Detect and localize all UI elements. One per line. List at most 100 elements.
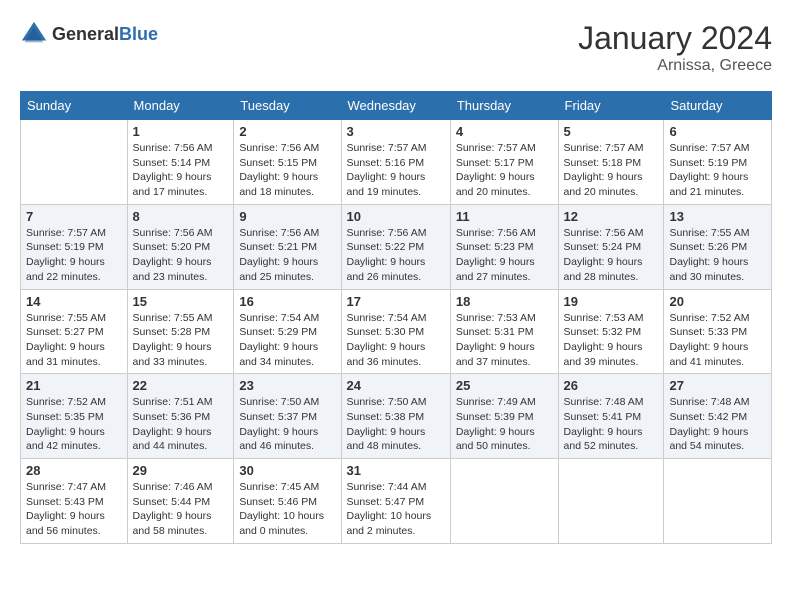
table-row: 24 Sunrise: 7:50 AM Sunset: 5:38 PM Dayl… — [341, 374, 450, 459]
day-number: 8 — [133, 209, 229, 224]
day-number: 22 — [133, 378, 229, 393]
day-info: Sunrise: 7:56 AM Sunset: 5:14 PM Dayligh… — [133, 141, 229, 200]
sunrise: Sunrise: 7:52 AM — [26, 396, 106, 408]
sunrise: Sunrise: 7:54 AM — [347, 312, 427, 324]
sunset: Sunset: 5:35 PM — [26, 411, 104, 423]
daylight: Daylight: 9 hours and 58 minutes. — [133, 510, 212, 537]
day-number: 20 — [669, 294, 766, 309]
sunset: Sunset: 5:24 PM — [564, 241, 642, 253]
day-info: Sunrise: 7:52 AM Sunset: 5:33 PM Dayligh… — [669, 311, 766, 370]
header-tuesday: Tuesday — [234, 92, 341, 120]
table-row: 4 Sunrise: 7:57 AM Sunset: 5:17 PM Dayli… — [450, 120, 558, 205]
calendar-title: January 2024 — [578, 20, 772, 57]
day-number: 11 — [456, 209, 553, 224]
logo-icon — [20, 20, 48, 48]
day-info: Sunrise: 7:54 AM Sunset: 5:29 PM Dayligh… — [239, 311, 335, 370]
day-info: Sunrise: 7:48 AM Sunset: 5:42 PM Dayligh… — [669, 395, 766, 454]
table-row: 17 Sunrise: 7:54 AM Sunset: 5:30 PM Dayl… — [341, 289, 450, 374]
daylight: Daylight: 9 hours and 39 minutes. — [564, 341, 643, 368]
day-number: 7 — [26, 209, 122, 224]
sunset: Sunset: 5:33 PM — [669, 326, 747, 338]
table-row: 31 Sunrise: 7:44 AM Sunset: 5:47 PM Dayl… — [341, 459, 450, 544]
daylight: Daylight: 9 hours and 20 minutes. — [456, 171, 535, 198]
calendar-week-row: 21 Sunrise: 7:52 AM Sunset: 5:35 PM Dayl… — [21, 374, 772, 459]
table-row: 5 Sunrise: 7:57 AM Sunset: 5:18 PM Dayli… — [558, 120, 664, 205]
day-info: Sunrise: 7:57 AM Sunset: 5:16 PM Dayligh… — [347, 141, 445, 200]
day-number: 24 — [347, 378, 445, 393]
table-row: 18 Sunrise: 7:53 AM Sunset: 5:31 PM Dayl… — [450, 289, 558, 374]
day-info: Sunrise: 7:53 AM Sunset: 5:31 PM Dayligh… — [456, 311, 553, 370]
sunrise: Sunrise: 7:49 AM — [456, 396, 536, 408]
table-row: 30 Sunrise: 7:45 AM Sunset: 5:46 PM Dayl… — [234, 459, 341, 544]
table-row: 22 Sunrise: 7:51 AM Sunset: 5:36 PM Dayl… — [127, 374, 234, 459]
table-row — [558, 459, 664, 544]
day-info: Sunrise: 7:56 AM Sunset: 5:20 PM Dayligh… — [133, 226, 229, 285]
day-number: 28 — [26, 463, 122, 478]
daylight: Daylight: 9 hours and 31 minutes. — [26, 341, 105, 368]
daylight: Daylight: 9 hours and 28 minutes. — [564, 256, 643, 283]
daylight: Daylight: 9 hours and 54 minutes. — [669, 426, 748, 453]
day-info: Sunrise: 7:49 AM Sunset: 5:39 PM Dayligh… — [456, 395, 553, 454]
day-info: Sunrise: 7:57 AM Sunset: 5:17 PM Dayligh… — [456, 141, 553, 200]
daylight: Daylight: 9 hours and 30 minutes. — [669, 256, 748, 283]
sunset: Sunset: 5:14 PM — [133, 157, 211, 169]
sunset: Sunset: 5:19 PM — [26, 241, 104, 253]
sunrise: Sunrise: 7:50 AM — [239, 396, 319, 408]
day-info: Sunrise: 7:57 AM Sunset: 5:19 PM Dayligh… — [26, 226, 122, 285]
sunset: Sunset: 5:47 PM — [347, 496, 425, 508]
day-number: 27 — [669, 378, 766, 393]
sunrise: Sunrise: 7:57 AM — [347, 142, 427, 154]
day-info: Sunrise: 7:45 AM Sunset: 5:46 PM Dayligh… — [239, 480, 335, 539]
day-info: Sunrise: 7:54 AM Sunset: 5:30 PM Dayligh… — [347, 311, 445, 370]
sunset: Sunset: 5:16 PM — [347, 157, 425, 169]
day-info: Sunrise: 7:55 AM Sunset: 5:26 PM Dayligh… — [669, 226, 766, 285]
table-row: 29 Sunrise: 7:46 AM Sunset: 5:44 PM Dayl… — [127, 459, 234, 544]
calendar-week-row: 28 Sunrise: 7:47 AM Sunset: 5:43 PM Dayl… — [21, 459, 772, 544]
sunset: Sunset: 5:21 PM — [239, 241, 317, 253]
table-row: 28 Sunrise: 7:47 AM Sunset: 5:43 PM Dayl… — [21, 459, 128, 544]
table-row: 10 Sunrise: 7:56 AM Sunset: 5:22 PM Dayl… — [341, 204, 450, 289]
sunset: Sunset: 5:44 PM — [133, 496, 211, 508]
day-number: 6 — [669, 124, 766, 139]
sunset: Sunset: 5:20 PM — [133, 241, 211, 253]
daylight: Daylight: 9 hours and 50 minutes. — [456, 426, 535, 453]
sunset: Sunset: 5:32 PM — [564, 326, 642, 338]
sunrise: Sunrise: 7:50 AM — [347, 396, 427, 408]
sunset: Sunset: 5:30 PM — [347, 326, 425, 338]
daylight: Daylight: 9 hours and 34 minutes. — [239, 341, 318, 368]
sunrise: Sunrise: 7:57 AM — [564, 142, 644, 154]
table-row: 14 Sunrise: 7:55 AM Sunset: 5:27 PM Dayl… — [21, 289, 128, 374]
day-number: 13 — [669, 209, 766, 224]
day-number: 2 — [239, 124, 335, 139]
sunrise: Sunrise: 7:48 AM — [564, 396, 644, 408]
daylight: Daylight: 9 hours and 42 minutes. — [26, 426, 105, 453]
calendar-week-row: 1 Sunrise: 7:56 AM Sunset: 5:14 PM Dayli… — [21, 120, 772, 205]
sunset: Sunset: 5:31 PM — [456, 326, 534, 338]
day-number: 16 — [239, 294, 335, 309]
daylight: Daylight: 9 hours and 46 minutes. — [239, 426, 318, 453]
sunrise: Sunrise: 7:56 AM — [347, 227, 427, 239]
sunset: Sunset: 5:26 PM — [669, 241, 747, 253]
table-row: 7 Sunrise: 7:57 AM Sunset: 5:19 PM Dayli… — [21, 204, 128, 289]
table-row: 8 Sunrise: 7:56 AM Sunset: 5:20 PM Dayli… — [127, 204, 234, 289]
calendar-week-row: 7 Sunrise: 7:57 AM Sunset: 5:19 PM Dayli… — [21, 204, 772, 289]
sunset: Sunset: 5:15 PM — [239, 157, 317, 169]
sunrise: Sunrise: 7:56 AM — [456, 227, 536, 239]
sunrise: Sunrise: 7:44 AM — [347, 481, 427, 493]
day-number: 19 — [564, 294, 659, 309]
header-friday: Friday — [558, 92, 664, 120]
day-number: 25 — [456, 378, 553, 393]
daylight: Daylight: 9 hours and 44 minutes. — [133, 426, 212, 453]
day-number: 30 — [239, 463, 335, 478]
sunrise: Sunrise: 7:48 AM — [669, 396, 749, 408]
day-number: 17 — [347, 294, 445, 309]
day-number: 9 — [239, 209, 335, 224]
sunset: Sunset: 5:46 PM — [239, 496, 317, 508]
day-number: 29 — [133, 463, 229, 478]
day-info: Sunrise: 7:56 AM Sunset: 5:23 PM Dayligh… — [456, 226, 553, 285]
daylight: Daylight: 9 hours and 56 minutes. — [26, 510, 105, 537]
table-row: 2 Sunrise: 7:56 AM Sunset: 5:15 PM Dayli… — [234, 120, 341, 205]
calendar-week-row: 14 Sunrise: 7:55 AM Sunset: 5:27 PM Dayl… — [21, 289, 772, 374]
table-row: 13 Sunrise: 7:55 AM Sunset: 5:26 PM Dayl… — [664, 204, 772, 289]
day-number: 15 — [133, 294, 229, 309]
